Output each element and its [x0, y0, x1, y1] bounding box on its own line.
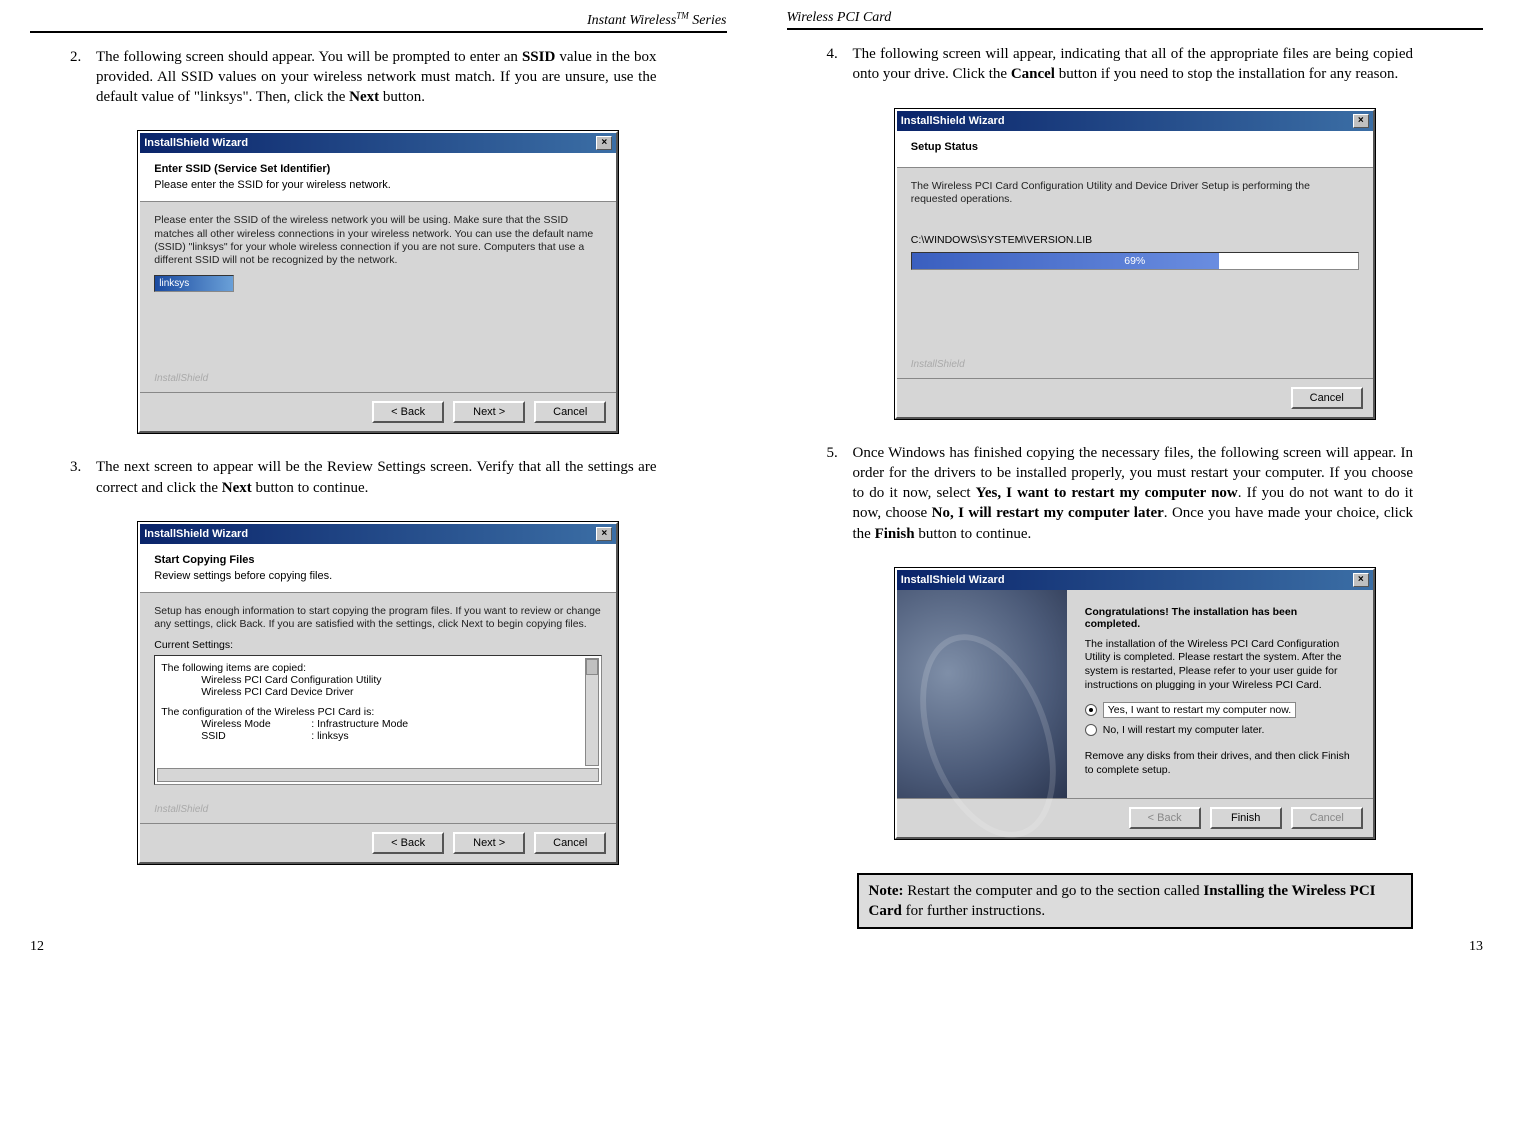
- progress-label: 69%: [912, 255, 1358, 267]
- close-icon[interactable]: ×: [1353, 573, 1369, 587]
- list-line: SSID: linksys: [161, 730, 595, 742]
- scrollbar-vertical[interactable]: [585, 658, 599, 766]
- wizard-body: Setup has enough information to start co…: [140, 593, 616, 823]
- step-3: 3. The next screen to appear will be the…: [70, 457, 657, 498]
- button-row: < Back Next > Cancel: [140, 823, 616, 862]
- button-row: < Back Next > Cancel: [140, 392, 616, 431]
- list-line: The following items are copied:: [161, 662, 595, 674]
- back-button: < Back: [1129, 807, 1201, 829]
- finish-text: The installation of the Wireless PCI Car…: [1085, 638, 1355, 693]
- step-4-num: 4.: [827, 44, 853, 85]
- header-left-text: Instant WirelessTM Series: [587, 13, 727, 28]
- step-5: 5. Once Windows has finished copying the…: [827, 443, 1414, 544]
- wizard-header-title: Setup Status: [911, 141, 1359, 153]
- list-line: Wireless PCI Card Configuration Utility: [161, 674, 595, 686]
- close-icon[interactable]: ×: [596, 527, 612, 541]
- cancel-button: Cancel: [1291, 807, 1363, 829]
- titlebar: InstallShield Wizard ×: [140, 133, 616, 153]
- titlebar: InstallShield Wizard ×: [897, 570, 1373, 590]
- wizard-intro: Setup has enough information to start co…: [154, 605, 602, 631]
- button-row: Cancel: [897, 378, 1373, 417]
- wizard-progress-window: InstallShield Wizard × Setup Status The …: [895, 109, 1375, 419]
- window-title: InstallShield Wizard: [144, 137, 248, 149]
- wizard-ssid-window: InstallShield Wizard × Enter SSID (Servi…: [138, 131, 618, 433]
- page-right: Wireless PCI Card 4. The following scree…: [787, 10, 1484, 955]
- wizard-header-title: Start Copying Files: [154, 554, 602, 566]
- scrollbar-horizontal[interactable]: [157, 768, 599, 782]
- radio-dot-icon: [1085, 724, 1097, 736]
- wizard-finish-window: InstallShield Wizard × Congratulations! …: [895, 568, 1375, 839]
- close-icon[interactable]: ×: [1353, 114, 1369, 128]
- finish-title: Congratulations! The installation has be…: [1085, 606, 1355, 630]
- wizard-header-sub: Review settings before copying files.: [154, 570, 602, 582]
- settings-listbox[interactable]: The following items are copied: Wireless…: [154, 655, 602, 785]
- radio-label: No, I will restart my computer later.: [1103, 724, 1265, 736]
- header-left: Instant WirelessTM Series: [30, 10, 727, 33]
- list-line: Wireless Mode: Infrastructure Mode: [161, 718, 595, 730]
- finish-note: Remove any disks from their drives, and …: [1085, 750, 1355, 777]
- brand-label: InstallShield: [911, 359, 965, 370]
- brand-label: InstallShield: [154, 373, 208, 384]
- titlebar: InstallShield Wizard ×: [140, 524, 616, 544]
- back-button[interactable]: < Back: [372, 832, 444, 854]
- page-left: Instant WirelessTM Series 2. The followi…: [30, 10, 727, 955]
- finish-content: Congratulations! The installation has be…: [1067, 590, 1373, 798]
- list-line: The configuration of the Wireless PCI Ca…: [161, 706, 595, 718]
- wizard-review-window: InstallShield Wizard × Start Copying Fil…: [138, 522, 618, 864]
- wizard-body: Please enter the SSID of the wireless ne…: [140, 202, 616, 392]
- radio-restart-now[interactable]: Yes, I want to restart my computer now.: [1085, 702, 1355, 718]
- list-line: Wireless PCI Card Device Driver: [161, 686, 595, 698]
- wizard-body: The Wireless PCI Card Configuration Util…: [897, 168, 1373, 378]
- step-4: 4. The following screen will appear, ind…: [827, 44, 1414, 85]
- brand-label: InstallShield: [154, 804, 208, 815]
- step-3-text: The next screen to appear will be the Re…: [96, 457, 657, 498]
- window-title: InstallShield Wizard: [144, 528, 248, 540]
- step-3-num: 3.: [70, 457, 96, 498]
- ssid-input[interactable]: linksys: [154, 275, 234, 292]
- cancel-button[interactable]: Cancel: [534, 832, 606, 854]
- progress-section: C:\WINDOWS\SYSTEM\VERSION.LIB 69%: [911, 234, 1359, 270]
- status-text: The Wireless PCI Card Configuration Util…: [911, 180, 1359, 206]
- page-number-right: 13: [787, 929, 1484, 955]
- back-button[interactable]: < Back: [372, 401, 444, 423]
- radio-label: Yes, I want to restart my computer now.: [1103, 702, 1296, 718]
- close-icon[interactable]: ×: [596, 136, 612, 150]
- window-title: InstallShield Wizard: [901, 115, 1005, 127]
- side-graphic: [897, 590, 1067, 798]
- finish-button[interactable]: Finish: [1210, 807, 1282, 829]
- wizard-header-sub: Please enter the SSID for your wireless …: [154, 179, 602, 191]
- titlebar: InstallShield Wizard ×: [897, 111, 1373, 131]
- page-number-left: 12: [30, 929, 727, 955]
- radio-restart-later[interactable]: No, I will restart my computer later.: [1085, 724, 1355, 736]
- install-path: C:\WINDOWS\SYSTEM\VERSION.LIB: [911, 234, 1359, 246]
- step-5-num: 5.: [827, 443, 853, 544]
- wizard-body-text: Please enter the SSID of the wireless ne…: [154, 214, 602, 267]
- finish-body: Congratulations! The installation has be…: [897, 590, 1373, 798]
- wizard-header-title: Enter SSID (Service Set Identifier): [154, 163, 602, 175]
- header-right: Wireless PCI Card: [787, 10, 1484, 30]
- step-5-text: Once Windows has finished copying the ne…: [853, 443, 1414, 544]
- step-2-text: The following screen should appear. You …: [96, 47, 657, 108]
- wizard-header: Start Copying Files Review settings befo…: [140, 544, 616, 593]
- wizard-header: Setup Status: [897, 131, 1373, 168]
- window-title: InstallShield Wizard: [901, 574, 1005, 586]
- radio-dot-icon: [1085, 704, 1097, 716]
- note-box: Note: Restart the computer and go to the…: [857, 873, 1414, 930]
- wizard-header: Enter SSID (Service Set Identifier) Plea…: [140, 153, 616, 202]
- cancel-button[interactable]: Cancel: [1291, 387, 1363, 409]
- cancel-button[interactable]: Cancel: [534, 401, 606, 423]
- next-button[interactable]: Next >: [453, 832, 525, 854]
- step-2-num: 2.: [70, 47, 96, 108]
- current-settings-label: Current Settings:: [154, 639, 602, 651]
- step-2: 2. The following screen should appear. Y…: [70, 47, 657, 108]
- step-4-text: The following screen will appear, indica…: [853, 44, 1414, 85]
- next-button[interactable]: Next >: [453, 401, 525, 423]
- progress-bar: 69%: [911, 252, 1359, 270]
